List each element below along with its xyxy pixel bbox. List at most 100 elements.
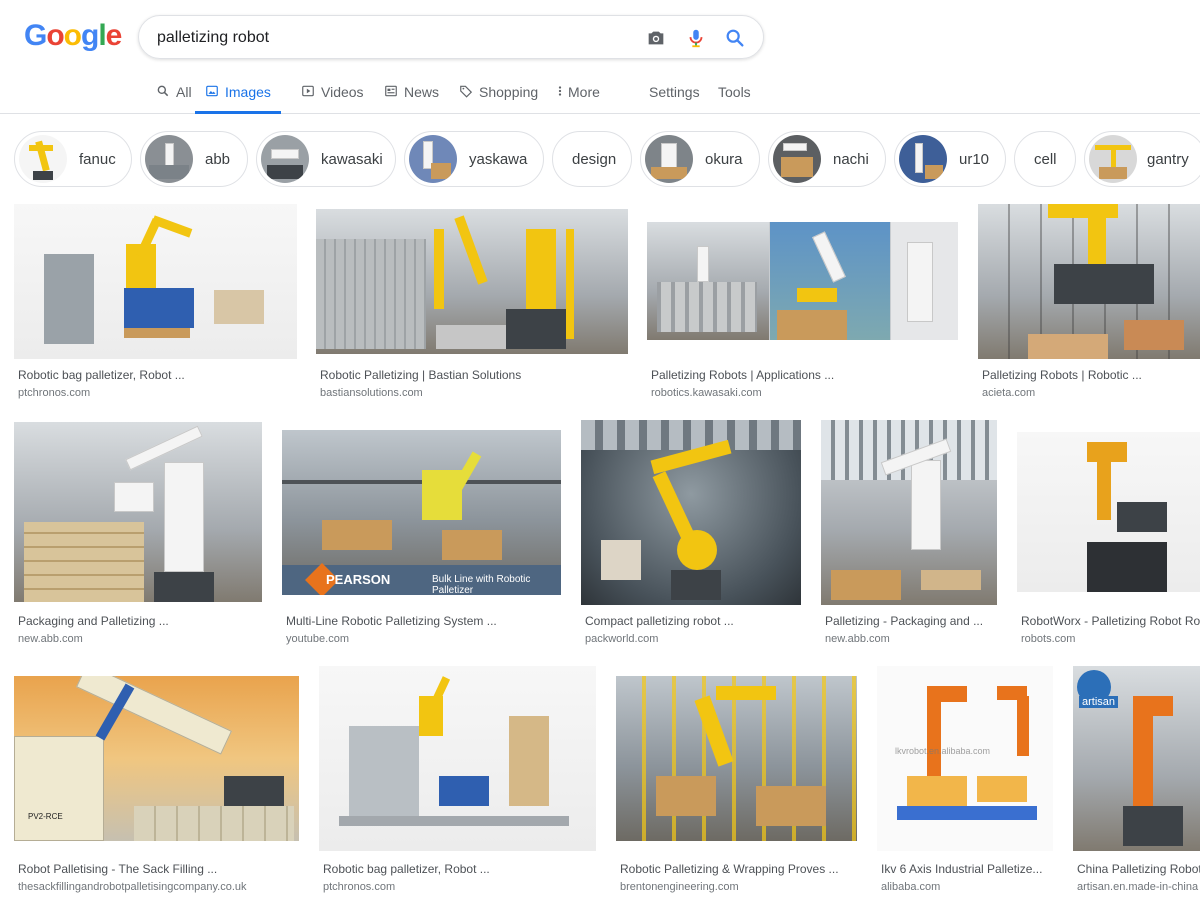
result-title[interactable]: Robotic bag palletizer, Robot ... <box>323 862 592 876</box>
result-source[interactable]: robots.com <box>1021 633 1200 645</box>
chip-label: nachi <box>833 150 869 168</box>
result-source[interactable]: alibaba.com <box>881 881 1049 893</box>
search-icon[interactable] <box>724 27 746 49</box>
chip-label: abb <box>205 150 231 168</box>
image-result[interactable]: Packaging and Palletizing ... new.abb.co… <box>14 422 262 648</box>
chip-fanuc[interactable]: fanuc <box>14 131 132 187</box>
result-title[interactable]: Robotic Palletizing & Wrapping Proves ..… <box>620 862 853 876</box>
image-result[interactable]: lkvrobot.en.alibaba.com Ikv 6 Axis Indus… <box>877 666 1053 896</box>
logo-letter: G <box>24 19 47 52</box>
chip-label: design <box>572 150 617 168</box>
result-title[interactable]: Palletizing Robots | Applications ... <box>651 368 954 382</box>
result-title[interactable]: Palletizing Robots | Robotic ... <box>982 368 1196 382</box>
camera-icon[interactable] <box>645 27 667 49</box>
tab-all[interactable]: All <box>156 74 192 114</box>
logo-letter: l <box>98 19 106 52</box>
result-thumbnail[interactable]: PV2-RCE <box>14 676 299 841</box>
image-result[interactable]: RobotWorx - Palletizing Robot Robo robot… <box>1017 432 1200 648</box>
image-result[interactable]: Palletizing Robots | Robotic ... acieta.… <box>978 204 1200 400</box>
overlay-caption: Bulk Line with Robotic Palletizer <box>432 574 531 595</box>
image-result[interactable]: Compact palletizing robot ... packworld.… <box>581 420 801 648</box>
result-source[interactable]: brentonengineering.com <box>620 881 853 893</box>
result-thumbnail[interactable]: PEARSON Bulk Line with Robotic Palletize… <box>282 430 561 595</box>
image-result[interactable]: PV2-RCE Robot Palletising - The Sack Fil… <box>14 676 299 896</box>
result-title[interactable]: RobotWorx - Palletizing Robot Robo <box>1021 614 1200 628</box>
result-title[interactable]: China Palletizing Robot <box>1077 862 1200 876</box>
result-thumbnail[interactable] <box>319 666 596 851</box>
image-result[interactable]: Robotic Palletizing | Bastian Solutions … <box>316 204 628 400</box>
chip-label: cell <box>1034 150 1057 168</box>
image-result[interactable]: Robotic Palletizing & Wrapping Proves ..… <box>616 676 857 896</box>
result-title[interactable]: Compact palletizing robot ... <box>585 614 797 628</box>
overlay-brand: PEARSON <box>326 572 391 587</box>
result-title[interactable]: Robotic Palletizing | Bastian Solutions <box>320 368 624 382</box>
result-source[interactable]: robotics.kawasaki.com <box>651 387 954 399</box>
settings-link[interactable]: Settings <box>649 84 700 100</box>
result-source[interactable]: packworld.com <box>585 633 797 645</box>
chip-cell[interactable]: cell <box>1014 131 1076 187</box>
google-logo[interactable]: Google <box>24 19 123 53</box>
chip-kawasaki[interactable]: kawasaki <box>256 131 396 187</box>
chip-design[interactable]: design <box>552 131 632 187</box>
chip-gantry[interactable]: gantry <box>1084 131 1200 187</box>
chip-nachi[interactable]: nachi <box>768 131 886 187</box>
tag-icon <box>460 85 473 98</box>
result-thumbnail[interactable] <box>821 420 997 605</box>
chip-thumbnail <box>145 135 193 183</box>
tab-more[interactable]: More <box>556 74 600 114</box>
result-thumbnail[interactable] <box>978 204 1200 359</box>
image-result[interactable]: Robotic bag palletizer, Robot ... ptchro… <box>319 666 596 896</box>
chip-thumbnail <box>773 135 821 183</box>
tools-link[interactable]: Tools <box>718 84 751 100</box>
result-thumbnail[interactable] <box>14 204 297 359</box>
chip-abb[interactable]: abb <box>140 131 248 187</box>
logo-letter: e <box>105 19 123 52</box>
result-source[interactable]: ptchronos.com <box>323 881 592 893</box>
result-source[interactable]: artisan.en.made-in-china <box>1077 881 1200 893</box>
chip-thumbnail <box>1089 135 1137 183</box>
result-source[interactable]: acieta.com <box>982 387 1196 399</box>
image-result[interactable]: Robotic bag palletizer, Robot ... ptchro… <box>14 204 297 400</box>
tab-label: Shopping <box>479 84 539 100</box>
result-thumbnail[interactable] <box>581 420 801 605</box>
result-source[interactable]: youtube.com <box>286 633 557 645</box>
tab-shopping[interactable]: Shopping <box>459 74 538 114</box>
tab-label: More <box>568 84 600 100</box>
result-source[interactable]: ptchronos.com <box>18 387 293 399</box>
image-result[interactable]: Palletizing Robots | Applications ... ro… <box>647 204 958 400</box>
image-icon <box>206 85 218 97</box>
search-box[interactable] <box>138 15 764 59</box>
result-source[interactable]: thesackfillingandrobotpalletisingcompany… <box>18 881 295 893</box>
microphone-icon[interactable] <box>685 27 707 49</box>
result-thumbnail[interactable]: artisan <box>1073 666 1200 851</box>
logo-letter: o <box>46 19 64 52</box>
chip-yaskawa[interactable]: yaskawa <box>404 131 544 187</box>
image-result[interactable]: Palletizing - Packaging and ... new.abb.… <box>821 420 997 648</box>
chip-ur10[interactable]: ur10 <box>894 131 1006 187</box>
tab-videos[interactable]: Videos <box>301 74 364 114</box>
result-source[interactable]: new.abb.com <box>825 633 993 645</box>
result-title[interactable]: Robotic bag palletizer, Robot ... <box>18 368 293 382</box>
chip-thumbnail <box>645 135 693 183</box>
chip-okura[interactable]: okura <box>640 131 760 187</box>
result-title[interactable]: Multi-Line Robotic Palletizing System ..… <box>286 614 557 628</box>
tab-news[interactable]: News <box>384 74 439 114</box>
tab-images[interactable]: Images <box>195 74 281 114</box>
image-result[interactable]: PEARSON Bulk Line with Robotic Palletize… <box>282 422 561 648</box>
logo-letter: g <box>81 19 99 52</box>
result-thumbnail[interactable] <box>616 676 857 841</box>
search-input[interactable] <box>157 26 637 50</box>
result-title[interactable]: Palletizing - Packaging and ... <box>825 614 993 628</box>
result-title[interactable]: Packaging and Palletizing ... <box>18 614 258 628</box>
result-thumbnail[interactable]: lkvrobot.en.alibaba.com <box>877 666 1053 851</box>
result-thumbnail[interactable] <box>1017 432 1200 592</box>
result-title[interactable]: Ikv 6 Axis Industrial Palletize... <box>881 862 1049 876</box>
image-result[interactable]: artisan China Palletizing Robot artisan.… <box>1073 666 1200 896</box>
result-thumbnail[interactable] <box>647 222 958 340</box>
result-source[interactable]: new.abb.com <box>18 633 258 645</box>
result-thumbnail[interactable] <box>316 209 628 354</box>
header: Google All Images Videos <box>0 0 1200 114</box>
result-source[interactable]: bastiansolutions.com <box>320 387 624 399</box>
result-thumbnail[interactable] <box>14 422 262 602</box>
result-title[interactable]: Robot Palletising - The Sack Filling ... <box>18 862 295 876</box>
